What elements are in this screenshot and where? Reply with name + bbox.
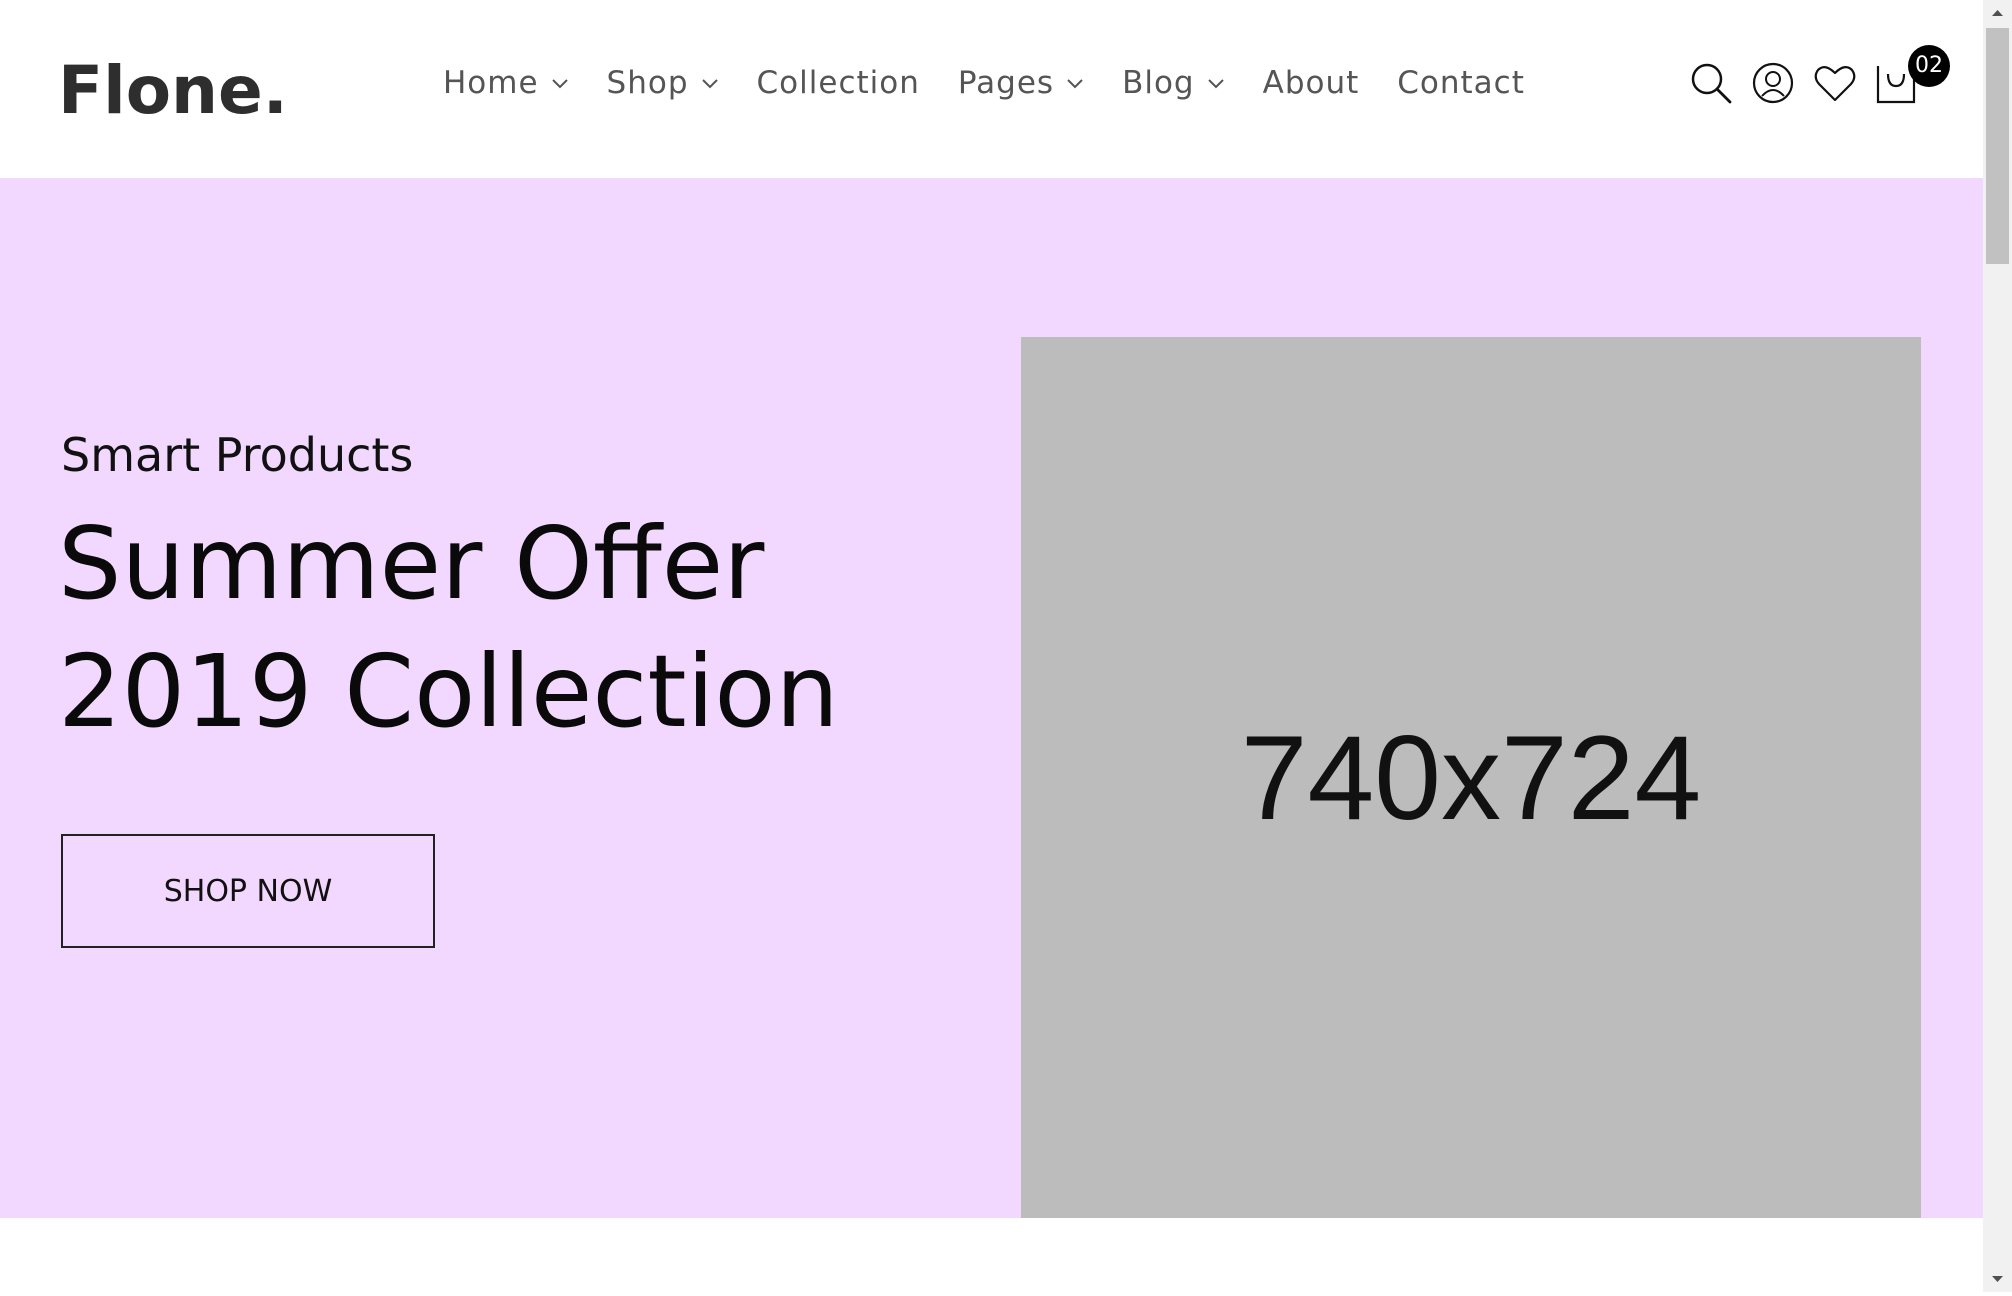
nav-item-shop[interactable]: Shop — [607, 65, 719, 101]
hero-title: Summer Offer 2019 Collection — [58, 500, 958, 756]
nav-item-collection[interactable]: Collection — [757, 65, 920, 101]
nav-item-label: Contact — [1397, 65, 1525, 101]
scrollbar-thumb[interactable] — [1986, 28, 2009, 264]
nav-item-label: About — [1262, 65, 1360, 101]
chevron-down-icon — [1207, 74, 1225, 92]
search-icon[interactable] — [1688, 60, 1734, 106]
scroll-up-arrow-icon[interactable] — [1983, 0, 2012, 26]
site-header: Flone. Home Shop Collection Pages Blog A… — [0, 0, 1983, 178]
nav-item-home[interactable]: Home — [443, 65, 569, 101]
chevron-down-icon — [551, 74, 569, 92]
hero-banner: Smart Products Summer Offer 2019 Collect… — [0, 178, 1983, 1218]
nav-item-about[interactable]: About — [1263, 65, 1360, 101]
nav-item-label: Collection — [756, 65, 920, 101]
header-icons — [1688, 60, 1936, 106]
vertical-scrollbar[interactable] — [1983, 0, 2012, 1292]
nav-item-label: Pages — [957, 65, 1055, 101]
chevron-down-icon — [1066, 74, 1084, 92]
nav-item-pages[interactable]: Pages — [958, 65, 1084, 101]
hero-subtitle: Smart Products — [61, 428, 414, 482]
site-logo[interactable]: Flone. — [58, 48, 288, 134]
scroll-down-arrow-icon[interactable] — [1983, 1266, 2012, 1292]
heart-icon[interactable] — [1812, 60, 1858, 106]
main-nav: Home Shop Collection Pages Blog About Co… — [443, 55, 1563, 111]
nav-item-label: Shop — [606, 65, 689, 101]
shop-now-button[interactable]: SHOP NOW — [61, 834, 435, 948]
cart-count-badge: 02 — [1908, 45, 1950, 87]
page: Flone. Home Shop Collection Pages Blog A… — [0, 0, 1983, 1292]
chevron-down-icon — [701, 74, 719, 92]
nav-item-contact[interactable]: Contact — [1397, 65, 1525, 101]
user-icon[interactable] — [1750, 60, 1796, 106]
hero-title-line-1: Summer Offer — [58, 505, 765, 622]
image-placeholder-label: 740x724 — [1240, 710, 1702, 845]
hero-title-line-2: 2019 Collection — [58, 633, 839, 750]
hero-image-placeholder: 740x724 — [1021, 337, 1921, 1218]
nav-item-label: Blog — [1122, 65, 1195, 101]
nav-item-label: Home — [443, 65, 539, 101]
nav-item-blog[interactable]: Blog — [1122, 65, 1225, 101]
